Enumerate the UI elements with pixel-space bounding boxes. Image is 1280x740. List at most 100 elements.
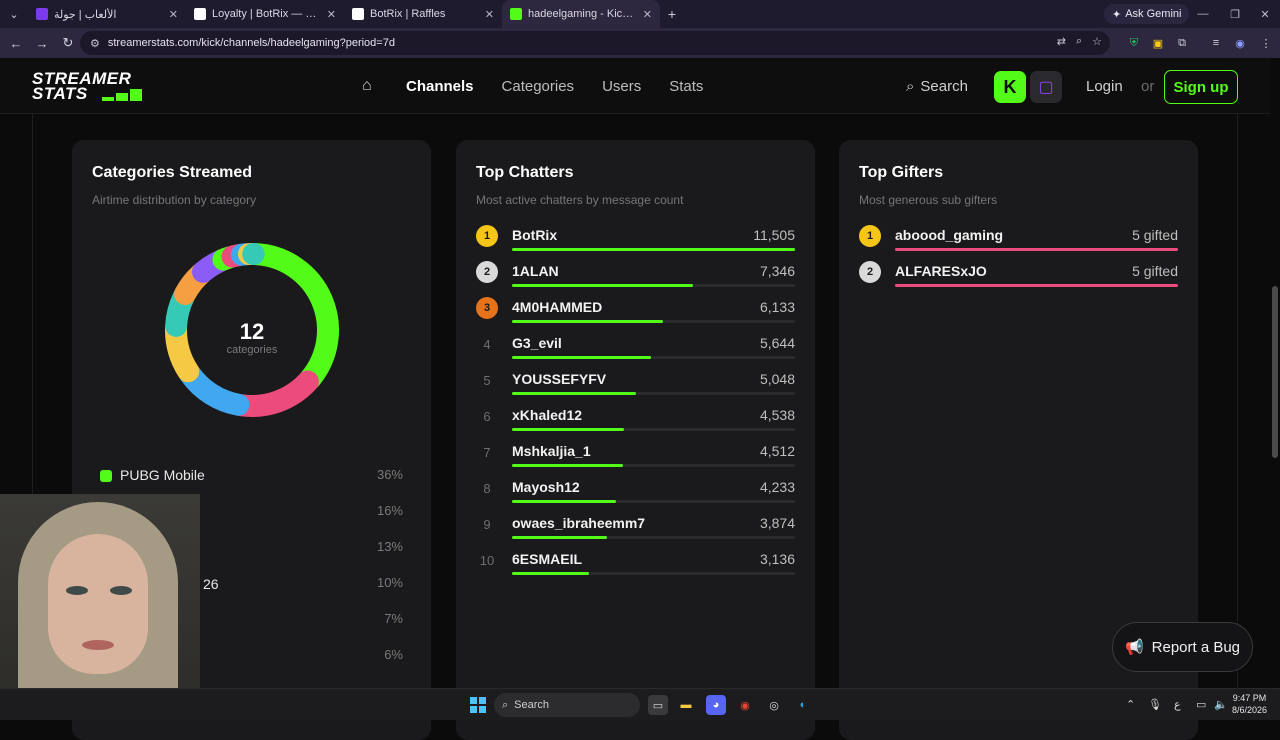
chatter-row[interactable]: 34M0HAMMED6,133 — [476, 297, 795, 329]
language-indicator[interactable]: ع — [1174, 698, 1181, 711]
nav-channels[interactable]: Channels — [406, 78, 474, 95]
chatter-name[interactable]: YOUSSEFYFV — [512, 371, 606, 387]
twitch-icon: ▢ — [1038, 77, 1053, 97]
chatter-name[interactable]: 1ALAN — [512, 263, 559, 279]
extension-icon[interactable]: ▣ — [1150, 35, 1166, 51]
translate-icon[interactable]: ⇄ — [1057, 35, 1066, 48]
tab-search-icon[interactable]: ⌄ — [0, 0, 28, 28]
close-tab-icon[interactable]: ✕ — [485, 8, 494, 21]
chatter-name[interactable]: 4M0HAMMED — [512, 299, 602, 315]
gifter-row[interactable]: 2ALFARESxJO5 gifted — [859, 261, 1178, 293]
rank-badge: 1 — [476, 225, 498, 247]
donut-segment[interactable] — [241, 382, 308, 406]
chatter-name[interactable]: xKhaled12 — [512, 407, 582, 423]
page-scrollbar[interactable] — [1270, 58, 1280, 720]
card-subtitle: Airtime distribution by category — [92, 193, 256, 207]
microphone-icon[interactable]: 🎙 — [1148, 698, 1162, 711]
donut-segment[interactable] — [256, 254, 328, 379]
profile-icon[interactable]: ◉ — [1232, 35, 1248, 51]
tray-chevron-icon[interactable]: ⌃ — [1126, 698, 1135, 711]
browser-tab[interactable]: الألعاب | جولة ✕ — [28, 0, 186, 28]
donut-segment[interactable] — [190, 374, 239, 405]
reload-icon[interactable]: ↻ — [56, 31, 80, 55]
extensions-puzzle-icon[interactable]: ⧉ — [1174, 35, 1190, 51]
browser-tab-active[interactable]: hadeelgaming - Kick | Strea ✕ — [502, 0, 660, 28]
chatter-row[interactable]: 9owaes_ibraheemm73,874 — [476, 513, 795, 545]
ask-gemini-button[interactable]: ✦ Ask Gemini — [1104, 4, 1189, 24]
home-icon[interactable]: ⌂ — [362, 77, 378, 95]
gifter-name[interactable]: aboood_gaming — [895, 227, 1003, 243]
chatter-name[interactable]: BotRix — [512, 227, 557, 243]
category-percent: 36% — [377, 467, 403, 482]
app-icon[interactable]: ◎ — [764, 695, 784, 715]
gifter-name[interactable]: ALFARESxJO — [895, 263, 987, 279]
report-bug-button[interactable]: 📢 Report a Bug — [1112, 622, 1253, 672]
network-icon[interactable]: ▭ — [1196, 698, 1206, 711]
twitch-platform-button[interactable]: ▢ — [1030, 71, 1062, 103]
chatter-row[interactable]: 7Mshkaljia_14,512 — [476, 441, 795, 473]
chatter-name[interactable]: G3_evil — [512, 335, 562, 351]
site-info-icon[interactable]: ⚙ — [90, 37, 100, 50]
card-title: Categories Streamed — [92, 164, 252, 182]
menu-icon[interactable]: ⋮ — [1258, 35, 1274, 51]
nav-stats[interactable]: Stats — [669, 78, 703, 95]
progress-track — [512, 392, 795, 395]
chatter-row[interactable]: 6xKhaled124,538 — [476, 405, 795, 437]
nav-categories[interactable]: Categories — [502, 78, 575, 95]
nav-users[interactable]: Users — [602, 78, 641, 95]
task-view-icon[interactable]: ▭ — [648, 695, 668, 715]
chatter-name[interactable]: owaes_ibraheemm7 — [512, 515, 645, 531]
streamerstats-logo[interactable]: STREAMER STATS — [32, 71, 150, 103]
close-tab-icon[interactable]: ✕ — [327, 8, 336, 21]
chatter-row[interactable]: 21ALAN7,346 — [476, 261, 795, 293]
back-icon[interactable]: ← — [4, 31, 28, 55]
tab-title: BotRix | Raffles — [370, 8, 479, 20]
progress-fill — [512, 248, 795, 251]
url-input[interactable]: ⚙ streamerstats.com/kick/channels/hadeel… — [80, 31, 1110, 55]
progress-fill — [895, 284, 1178, 287]
maximize-icon[interactable]: ❐ — [1218, 0, 1252, 28]
extension-shield-icon[interactable]: ⛨ — [1126, 35, 1142, 51]
scrollbar-thumb[interactable] — [1272, 286, 1278, 458]
chatter-row[interactable]: 5YOUSSEFYFV5,048 — [476, 369, 795, 401]
search-button[interactable]: ⌕ Search — [906, 78, 968, 95]
close-window-icon[interactable]: ✕ — [1248, 0, 1280, 28]
category-percent: 16% — [377, 503, 403, 518]
tab-title: الألعاب | جولة — [54, 8, 163, 21]
chatter-row[interactable]: 106ESMAEIL3,136 — [476, 549, 795, 581]
chatter-name[interactable]: Mshkaljia_1 — [512, 443, 591, 459]
chatter-row[interactable]: 8Mayosh124,233 — [476, 477, 795, 509]
logo-bars-icon — [102, 89, 142, 101]
windows-start-icon[interactable] — [470, 697, 486, 713]
gifter-row[interactable]: 1aboood_gaming5 gifted — [859, 225, 1178, 257]
clock-date: 8/6/2026 — [1232, 704, 1267, 716]
tab-favicon-icon — [510, 8, 522, 20]
chatter-row[interactable]: 4G3_evil5,644 — [476, 333, 795, 365]
close-tab-icon[interactable]: ✕ — [643, 8, 652, 21]
chatter-name[interactable]: 6ESMAEIL — [512, 551, 582, 567]
close-tab-icon[interactable]: ✕ — [169, 8, 178, 21]
chatter-value: 5,048 — [760, 371, 795, 387]
reading-list-icon[interactable]: ≡ — [1208, 35, 1224, 51]
file-explorer-icon[interactable]: ▬ — [676, 695, 696, 715]
browser-tab[interactable]: BotRix | Raffles ✕ — [344, 0, 502, 28]
zoom-icon[interactable]: ⌕ — [1076, 35, 1082, 48]
edge-icon[interactable]: ◐ — [793, 695, 813, 715]
chatter-row[interactable]: 1BotRix11,505 — [476, 225, 795, 257]
ask-gemini-label: Ask Gemini — [1125, 8, 1181, 20]
chrome-icon[interactable]: ◉ — [735, 695, 755, 715]
login-link[interactable]: Login — [1086, 78, 1123, 95]
progress-track — [512, 464, 795, 467]
taskbar-search[interactable]: ⌕ Search — [494, 693, 640, 717]
discord-icon[interactable]: ◕ — [706, 695, 726, 715]
volume-icon[interactable]: 🔈 — [1214, 698, 1228, 711]
bookmark-star-icon[interactable]: ☆ — [1092, 35, 1102, 48]
new-tab-icon[interactable]: + — [660, 6, 684, 22]
kick-platform-button[interactable]: K — [994, 71, 1026, 103]
browser-tab[interactable]: Loyalty | BotRix — Cloud Stream ✕ — [186, 0, 344, 28]
forward-icon[interactable]: → — [30, 31, 54, 55]
signup-button[interactable]: Sign up — [1164, 70, 1238, 104]
chatter-name[interactable]: Mayosh12 — [512, 479, 580, 495]
minimize-icon[interactable]: — — [1186, 0, 1220, 28]
taskbar-clock[interactable]: 9:47 PM 8/6/2026 — [1232, 692, 1267, 716]
